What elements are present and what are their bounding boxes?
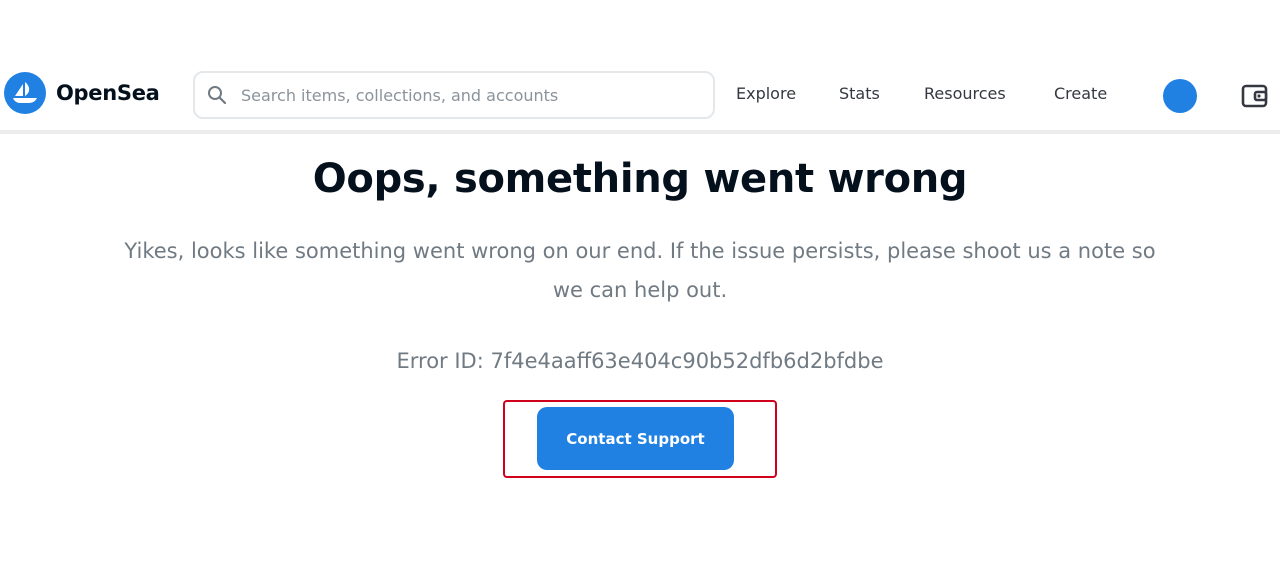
error-title: Oops, something went wrong (312, 156, 968, 202)
nav-stats[interactable]: Stats (839, 84, 880, 103)
account-avatar[interactable] (1163, 79, 1197, 113)
nav-create[interactable]: Create (1054, 84, 1107, 103)
opensea-ship-icon (4, 72, 46, 114)
nav-resources[interactable]: Resources (924, 84, 1006, 103)
wallet-icon[interactable] (1240, 81, 1270, 111)
brand-name: OpenSea (56, 81, 160, 105)
error-id-text: Error ID: 7f4e4aaff63e404c90b52dfb6d2bfd… (396, 349, 884, 373)
error-message: Yikes, looks like something went wrong o… (124, 239, 1156, 302)
search-icon (207, 85, 227, 105)
search-input[interactable] (239, 84, 703, 106)
contact-support-button[interactable]: Contact Support (537, 407, 734, 470)
top-navbar: OpenSea Explore Stats Resources Create (0, 62, 1280, 134)
search-bar[interactable] (193, 71, 715, 119)
opensea-logo-link[interactable]: OpenSea (4, 72, 160, 114)
nav-explore[interactable]: Explore (736, 84, 796, 103)
